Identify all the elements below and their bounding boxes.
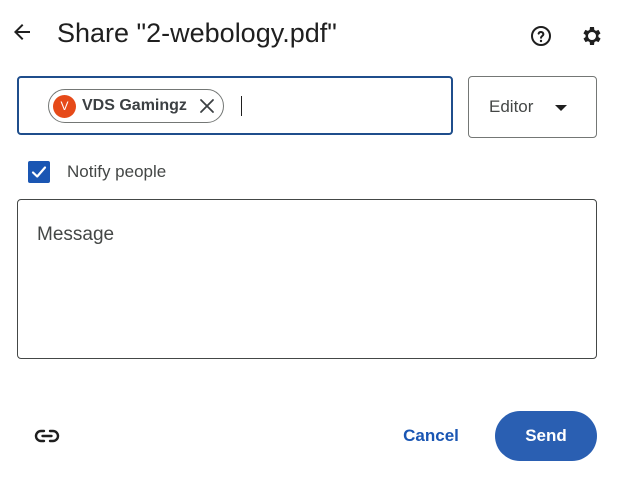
gear-icon	[583, 27, 601, 45]
recipient-chip-label: VDS Gamingz	[82, 97, 187, 114]
close-icon	[200, 99, 214, 113]
settings-button[interactable]	[578, 22, 606, 50]
remove-recipient-button[interactable]	[197, 96, 217, 116]
recipients-input[interactable]: V VDS Gamingz	[17, 76, 453, 135]
help-button[interactable]	[527, 22, 555, 50]
checkmark-icon	[31, 166, 47, 178]
dialog-title: Share "2-webology.pdf"	[57, 18, 337, 48]
message-textarea[interactable]: Message	[17, 199, 597, 359]
copy-link-button[interactable]	[33, 422, 61, 450]
recipient-chip[interactable]: V VDS Gamingz	[48, 89, 224, 123]
link-icon	[34, 429, 60, 443]
cancel-button[interactable]: Cancel	[390, 413, 472, 459]
role-dropdown[interactable]: Editor	[468, 76, 597, 138]
role-dropdown-label: Editor	[489, 97, 534, 116]
back-button[interactable]	[8, 18, 36, 46]
notify-people-label: Notify people	[67, 162, 167, 181]
text-cursor	[241, 96, 242, 116]
arrow-left-icon	[14, 24, 30, 40]
send-button[interactable]: Send	[495, 411, 597, 461]
help-circle-icon	[531, 26, 551, 46]
notify-people-checkbox[interactable]	[28, 161, 50, 183]
message-placeholder: Message	[37, 224, 115, 245]
avatar: V	[53, 94, 76, 118]
caret-down-icon	[555, 105, 567, 111]
